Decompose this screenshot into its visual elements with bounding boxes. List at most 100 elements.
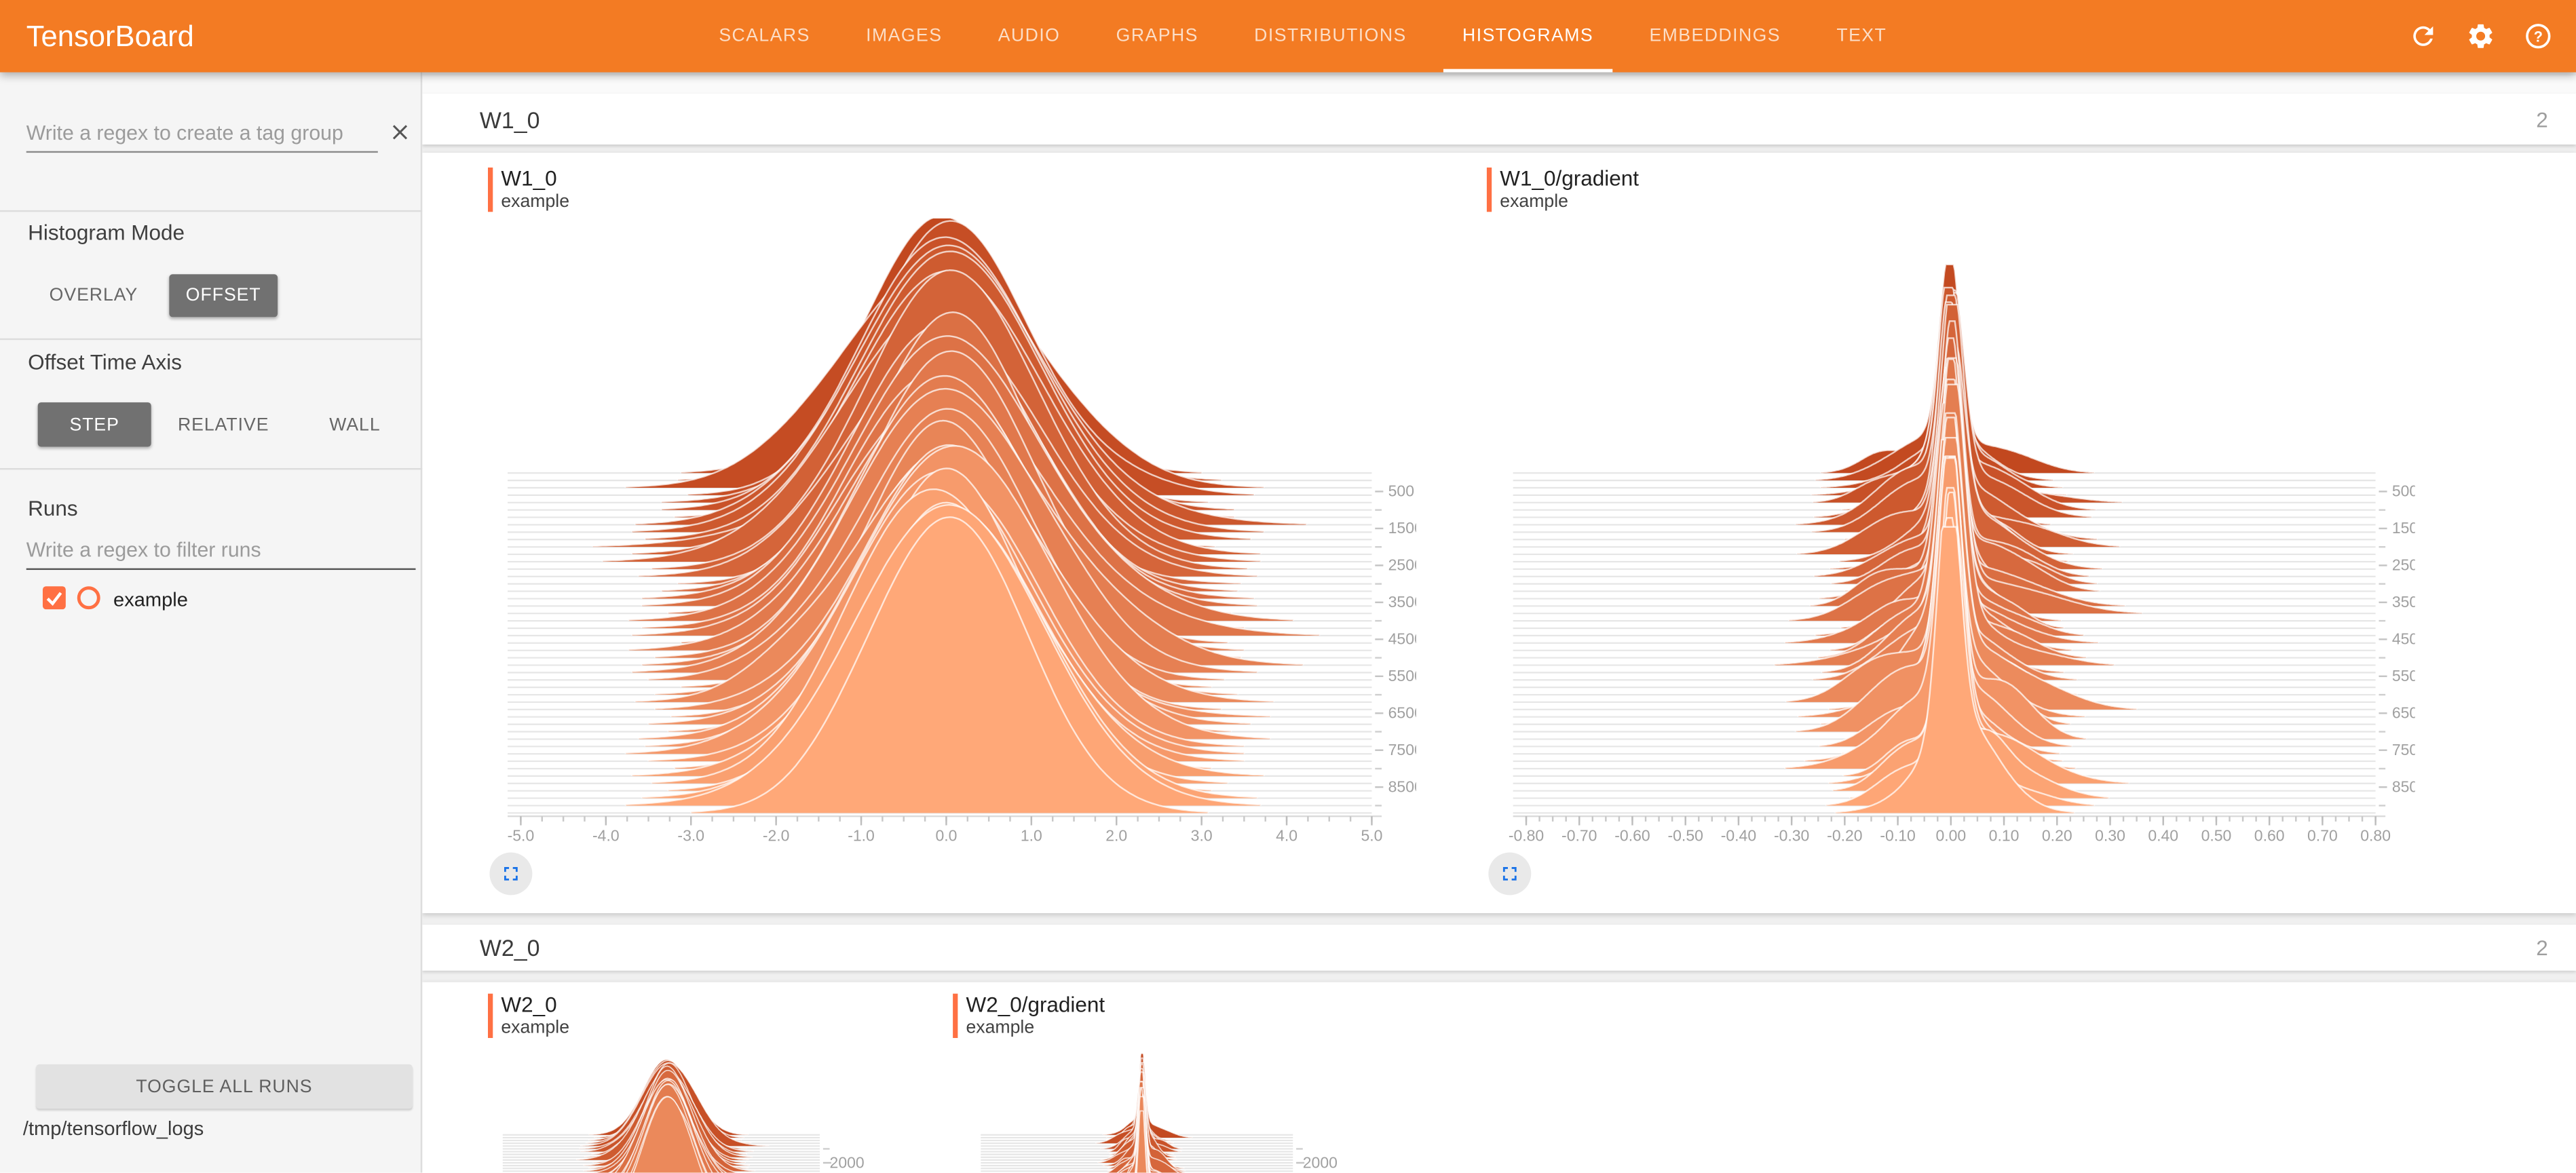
tab-histograms[interactable]: HISTOGRAMS	[1443, 0, 1613, 73]
check-icon	[43, 586, 66, 609]
svg-text:8500: 8500	[1388, 777, 1416, 795]
svg-text:8500: 8500	[2392, 777, 2415, 795]
expand-chart-button[interactable]	[1488, 852, 1531, 895]
tag-count-badge: 2	[2536, 936, 2548, 960]
toggle-all-runs-button[interactable]: TOGGLE ALL RUNS	[36, 1064, 412, 1109]
nav-tabs: SCALARSIMAGESAUDIOGRAPHSDISTRIBUTIONSHIS…	[699, 0, 1906, 73]
svg-text:7500: 7500	[1388, 741, 1416, 758]
histogram-chart-W1_0-gradient[interactable]: -0.80-0.70-0.60-0.50-0.40-0.30-0.20-0.10…	[1487, 218, 2415, 851]
relative-button[interactable]: RELATIVE	[166, 402, 281, 446]
svg-text:4500: 4500	[2392, 630, 2415, 648]
svg-text:3500: 3500	[2392, 593, 2415, 611]
card-tag-name: W1_0	[501, 166, 556, 191]
run-color-bar	[488, 994, 493, 1038]
tab-text[interactable]: TEXT	[1817, 0, 1906, 73]
main-content: W1_02W1_0example-5.0-4.0-3.0-2.0-1.00.01…	[422, 73, 2576, 1173]
svg-text:-0.70: -0.70	[1561, 827, 1597, 845]
offset-button[interactable]: OFFSET	[169, 274, 278, 317]
svg-text:2000: 2000	[1303, 1153, 1338, 1171]
svg-text:7500: 7500	[2392, 741, 2415, 758]
tag-filter-input[interactable]	[26, 118, 378, 153]
offset-time-axis-label: Offset Time Axis	[28, 350, 182, 374]
svg-text:6500: 6500	[2392, 704, 2415, 722]
run-name: example	[113, 588, 188, 611]
svg-text:1.0: 1.0	[1021, 827, 1042, 845]
step-button[interactable]: STEP	[38, 402, 151, 446]
card-tag-name: W2_0	[501, 992, 556, 1016]
expand-chart-button[interactable]	[489, 852, 532, 895]
svg-text:0.50: 0.50	[2201, 827, 2232, 845]
svg-text:-0.60: -0.60	[1614, 827, 1650, 845]
histogram-chart-W2_0[interactable]: 2000	[488, 1041, 890, 1173]
svg-text:2000: 2000	[830, 1153, 865, 1171]
section-header-W2_0[interactable]: W2_0 2	[422, 925, 2576, 971]
sidebar: Histogram Mode OVERLAY OFFSET Offset Tim…	[0, 73, 422, 1173]
tag-count-badge: 2	[2536, 107, 2548, 131]
svg-text:2500: 2500	[1388, 556, 1416, 574]
run-checkbox[interactable]	[43, 586, 66, 609]
runs-filter-input[interactable]	[26, 535, 416, 570]
svg-text:0.60: 0.60	[2254, 827, 2285, 845]
svg-text:-0.20: -0.20	[1827, 827, 1862, 845]
wall-button[interactable]: WALL	[309, 402, 401, 446]
svg-text:-0.10: -0.10	[1880, 827, 1915, 845]
divider	[0, 468, 422, 469]
svg-text:-3.0: -3.0	[677, 827, 704, 845]
divider	[0, 339, 422, 340]
svg-text:2.0: 2.0	[1105, 827, 1127, 845]
header-icons: ?	[2408, 0, 2563, 73]
svg-text:4.0: 4.0	[1276, 827, 1298, 845]
tab-scalars[interactable]: SCALARS	[699, 0, 830, 73]
tab-audio[interactable]: AUDIO	[979, 0, 1080, 73]
run-color-bar	[488, 168, 493, 212]
content-top-strip	[422, 75, 2576, 95]
section-title: W2_0	[480, 934, 540, 961]
histogram-chart-W2_0-gradient[interactable]: 2000	[953, 1041, 1355, 1173]
svg-text:5.0: 5.0	[1361, 827, 1382, 845]
svg-text:0.70: 0.70	[2307, 827, 2338, 845]
divider	[0, 210, 422, 212]
histogram-chart-W1_0[interactable]: -5.0-4.0-3.0-2.0-1.00.01.02.03.04.05.050…	[488, 218, 1416, 851]
tab-embeddings[interactable]: EMBEDDINGS	[1629, 0, 1800, 73]
section-header-W1_0[interactable]: W1_0 2	[422, 94, 2576, 145]
histogram-mode-label: Histogram Mode	[28, 220, 185, 244]
tab-distributions[interactable]: DISTRIBUTIONS	[1234, 0, 1426, 73]
card-run-name: example	[501, 192, 569, 212]
overlay-button[interactable]: OVERLAY	[36, 274, 151, 317]
svg-text:4500: 4500	[1388, 630, 1416, 648]
svg-text:1500: 1500	[2392, 519, 2415, 537]
svg-text:0.30: 0.30	[2095, 827, 2125, 845]
svg-text:0.00: 0.00	[1935, 827, 1966, 845]
section-body-W2_0: W2_0example2000W2_0/gradientexample2000	[422, 982, 2576, 1173]
svg-text:500: 500	[1388, 482, 1414, 500]
help-icon[interactable]: ?	[2524, 21, 2554, 51]
card-tag-name: W2_0/gradient	[966, 992, 1105, 1016]
svg-text:0.10: 0.10	[1989, 827, 2020, 845]
run-color-circle[interactable]	[77, 586, 100, 609]
svg-text:-0.30: -0.30	[1774, 827, 1809, 845]
svg-text:0.40: 0.40	[2148, 827, 2178, 845]
fullscreen-icon	[1498, 862, 1521, 885]
app-title: TensorBoard	[26, 0, 194, 73]
tensorboard-app: TensorBoard SCALARSIMAGESAUDIOGRAPHSDIST…	[0, 0, 2576, 1173]
card-run-name: example	[1500, 192, 1568, 212]
settings-gear-icon[interactable]	[2466, 21, 2496, 51]
svg-text:-2.0: -2.0	[763, 827, 790, 845]
tab-images[interactable]: IMAGES	[846, 0, 962, 73]
runs-label: Runs	[28, 496, 77, 520]
close-icon[interactable]	[387, 120, 412, 145]
svg-text:6500: 6500	[1388, 704, 1416, 722]
svg-text:5500: 5500	[2392, 667, 2415, 685]
svg-text:-5.0: -5.0	[508, 827, 535, 845]
svg-text:0.80: 0.80	[2360, 827, 2391, 845]
section-body-W1_0: W1_0example-5.0-4.0-3.0-2.0-1.00.01.02.0…	[422, 153, 2576, 913]
section-title: W1_0	[480, 106, 540, 132]
svg-text:?: ?	[2534, 28, 2543, 45]
fullscreen-icon	[499, 862, 523, 885]
refresh-icon[interactable]	[2408, 21, 2438, 51]
card-run-name: example	[966, 1018, 1034, 1038]
svg-text:-0.80: -0.80	[1509, 827, 1544, 845]
svg-text:-0.40: -0.40	[1721, 827, 1756, 845]
svg-text:3.0: 3.0	[1191, 827, 1213, 845]
tab-graphs[interactable]: GRAPHS	[1097, 0, 1218, 73]
